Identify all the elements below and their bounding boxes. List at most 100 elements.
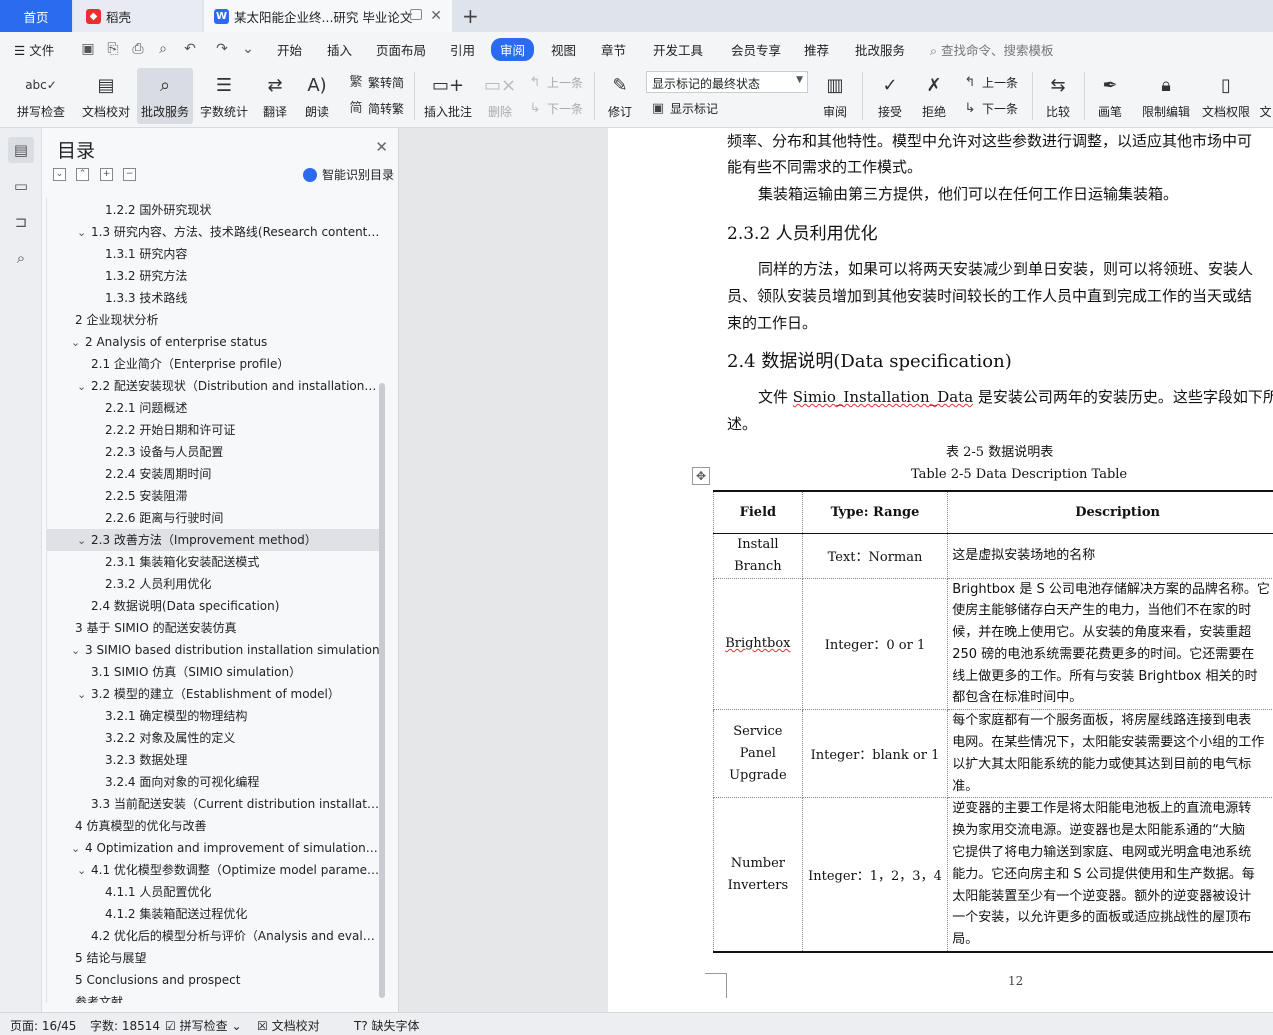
print-preview-icon[interactable]: ⌕ bbox=[155, 41, 171, 57]
toc-item[interactable]: 3.2.2 对象及属性的定义 bbox=[47, 727, 379, 749]
toc-item[interactable]: 2 企业现状分析 bbox=[47, 309, 379, 331]
toc-item[interactable]: 1.3.2 研究方法 bbox=[47, 265, 379, 287]
read-aloud-button[interactable]: A) 朗读 bbox=[299, 68, 335, 124]
menu-start[interactable]: 开始 bbox=[277, 40, 302, 59]
menu-section[interactable]: 章节 bbox=[601, 40, 626, 59]
close-icon[interactable]: ✕ bbox=[375, 138, 388, 156]
toc-item[interactable]: 2.2.3 设备与人员配置 bbox=[47, 441, 379, 463]
table-move-handle-icon[interactable]: ✥ bbox=[692, 467, 710, 485]
expand-chevron-icon[interactable]: ⌄ bbox=[77, 860, 91, 881]
tab-home[interactable]: 首页 bbox=[0, 0, 72, 32]
reject-button[interactable]: ✗ 拒绝 bbox=[914, 68, 954, 124]
print-icon[interactable]: ⎙ bbox=[130, 41, 146, 57]
word-count-indicator[interactable]: 字数: 18514 bbox=[90, 1017, 160, 1034]
next-comment-button[interactable]: ↳ 下一条 bbox=[527, 100, 583, 117]
add-heading-icon[interactable]: + bbox=[100, 168, 113, 181]
find-icon[interactable]: ⌕ bbox=[8, 245, 34, 271]
smart-toc-button[interactable]: 智能识别目录 bbox=[302, 166, 394, 183]
new-tab-icon[interactable]: + bbox=[462, 4, 479, 28]
expand-up-icon[interactable]: ⌃ bbox=[76, 168, 89, 181]
toc-item[interactable]: ⌄1.3 研究内容、方法、技术路线(Research content, meth… bbox=[47, 221, 379, 243]
menu-references[interactable]: 引用 bbox=[450, 40, 475, 59]
toc-scrollbar[interactable] bbox=[379, 383, 385, 998]
toc-item[interactable]: 2.1 企业简介（Enterprise profile） bbox=[47, 353, 379, 375]
ribbon-overflow-button[interactable]: 文 bbox=[1258, 68, 1273, 124]
spell-check-button[interactable]: abc✓ 拼写检查 bbox=[10, 68, 72, 124]
menu-view[interactable]: 视图 bbox=[551, 40, 576, 59]
close-tab-icon[interactable]: ✕ bbox=[430, 8, 442, 24]
toc-item[interactable]: ⌄ 4 Optimization and improvement of simul… bbox=[47, 837, 379, 859]
toc-item[interactable]: 1.3.1 研究内容 bbox=[47, 243, 379, 265]
missing-font-status[interactable]: T? 缺失字体 bbox=[354, 1017, 420, 1034]
toc-item[interactable]: 5 结论与展望 bbox=[47, 947, 379, 969]
collapse-all-icon[interactable]: ⌄ bbox=[53, 168, 66, 181]
toc-item[interactable]: ⌄ 2 Analysis of enterprise status bbox=[47, 331, 379, 353]
bookmark-icon[interactable]: ⊐ bbox=[8, 209, 34, 235]
toc-item[interactable]: 参考文献 bbox=[47, 991, 379, 1003]
toc-item[interactable]: 2.3.2 人员利用优化 bbox=[47, 573, 379, 595]
toc-item[interactable]: 3.2.3 数据处理 bbox=[47, 749, 379, 771]
insert-comment-button[interactable]: ▭+ 插入批注 bbox=[420, 68, 476, 124]
page-indicator[interactable]: 页面: 16/45 bbox=[10, 1017, 76, 1034]
expand-chevron-icon[interactable]: ⌄ bbox=[71, 332, 85, 353]
expand-chevron-icon[interactable]: ⌄ bbox=[71, 640, 85, 661]
spell-check-status[interactable]: ☑ 拼写检查 ⌄ bbox=[165, 1017, 242, 1034]
toc-item[interactable]: 4.1.1 人员配置优化 bbox=[47, 881, 379, 903]
menu-member[interactable]: 会员专享 bbox=[731, 40, 781, 59]
expand-chevron-icon[interactable]: ⌄ bbox=[77, 222, 91, 243]
toc-item[interactable]: 2.3.1 集装箱化安装配送模式 bbox=[47, 551, 379, 573]
toc-item[interactable]: ⌄ 3.2 模型的建立（Establishment of model） bbox=[47, 683, 379, 705]
translate-button[interactable]: ⇄ 翻译 bbox=[255, 68, 295, 124]
toc-item[interactable]: 3.2.4 面向对象的可视化编程 bbox=[47, 771, 379, 793]
compare-button[interactable]: ⇆ 比较 bbox=[1038, 68, 1078, 124]
export-pdf-icon[interactable]: ⎘ bbox=[105, 41, 121, 57]
prev-comment-button[interactable]: ↰ 上一条 bbox=[527, 74, 583, 91]
file-menu[interactable]: ☰ 文件 bbox=[14, 40, 54, 59]
toc-item[interactable]: 2.2.4 安装周期时间 bbox=[47, 463, 379, 485]
toc-item[interactable]: 1.2.2 国外研究现状 bbox=[47, 199, 379, 221]
menu-insert[interactable]: 插入 bbox=[327, 40, 352, 59]
undo-icon[interactable]: ↶ bbox=[182, 41, 198, 57]
correction-service-button[interactable]: ⌕ 批改服务 bbox=[137, 68, 193, 124]
save-icon[interactable]: ▣ bbox=[80, 41, 96, 57]
doc-proof-status[interactable]: ☒ 文档校对 bbox=[257, 1017, 320, 1034]
review-pane-button[interactable]: ▥ 审阅 bbox=[815, 68, 855, 124]
show-markup-button[interactable]: ▣ 显示标记 bbox=[650, 100, 718, 117]
remove-heading-icon[interactable]: − bbox=[123, 168, 136, 181]
toc-item[interactable]: 3.1 SIMIO 仿真（SIMIO simulation） bbox=[47, 661, 379, 683]
redo-icon[interactable]: ↷ bbox=[214, 41, 230, 57]
toc-item[interactable]: 4 仿真模型的优化与改善 bbox=[47, 815, 379, 837]
accept-button[interactable]: ✓ 接受 bbox=[870, 68, 910, 124]
toc-item[interactable]: 3.2.1 确定模型的物理结构 bbox=[47, 705, 379, 727]
doc-permission-button[interactable]: ▯ 文档权限 bbox=[1198, 68, 1254, 124]
chapter-nav-icon[interactable]: ▭ bbox=[8, 173, 34, 199]
document-page[interactable]: 频率、分布和其他特性。模型中允许对这些参数进行调整，以适应其他市场中可 能有些不… bbox=[608, 128, 1273, 1012]
menu-developer[interactable]: 开发工具 bbox=[653, 40, 703, 59]
toc-item[interactable]: 4.1.2 集装箱配送过程优化 bbox=[47, 903, 379, 925]
toc-item[interactable]: 2.2.2 开始日期和许可证 bbox=[47, 419, 379, 441]
toc-item[interactable]: 4.2 优化后的模型分析与评价（Analysis and evaluation） bbox=[47, 925, 379, 947]
float-window-icon[interactable] bbox=[410, 9, 422, 20]
toc-item[interactable]: ⌄ 2.2 配送安装现状（Distribution and installatio… bbox=[47, 375, 379, 397]
expand-chevron-icon[interactable]: ⌄ bbox=[77, 376, 91, 397]
doc-proof-button[interactable]: ▤ 文档校对 bbox=[78, 68, 134, 124]
simp-to-trad-button[interactable]: 简简转繁 bbox=[348, 100, 404, 117]
menu-review[interactable]: 审阅 bbox=[491, 38, 535, 61]
toc-item[interactable]: 2.4 数据说明(Data specification) bbox=[47, 595, 379, 617]
toc-item[interactable]: 3 基于 SIMIO 的配送安装仿真 bbox=[47, 617, 379, 639]
toc-item[interactable]: ⌄4.1 优化模型参数调整（Optimize model parameter a… bbox=[47, 859, 379, 881]
menu-recommend[interactable]: 推荐 bbox=[804, 40, 829, 59]
toc-item[interactable]: 2.2.1 问题概述 bbox=[47, 397, 379, 419]
toc-item[interactable]: 2.2.5 安装阻滞 bbox=[47, 485, 379, 507]
trad-to-simp-button[interactable]: 繁繁转简 bbox=[348, 74, 404, 91]
toc-item[interactable]: 2.2.6 距离与行驶时间 bbox=[47, 507, 379, 529]
word-count-button[interactable]: ☰ 字数统计 bbox=[197, 68, 251, 124]
toc-item[interactable]: 1.3.3 技术路线 bbox=[47, 287, 379, 309]
prev-change-button[interactable]: ↰ 上一条 bbox=[962, 74, 1018, 91]
expand-chevron-icon[interactable]: ⌄ bbox=[77, 684, 91, 705]
toc-icon[interactable]: ▤ bbox=[8, 137, 34, 163]
markup-state-select[interactable]: 显示标记的最终状态 ▼ bbox=[646, 71, 808, 93]
menu-page-layout[interactable]: 页面布局 bbox=[376, 40, 426, 59]
tab-daoke[interactable]: ◆ 稻壳 bbox=[74, 0, 202, 32]
expand-chevron-icon[interactable]: ⌄ bbox=[71, 838, 85, 859]
